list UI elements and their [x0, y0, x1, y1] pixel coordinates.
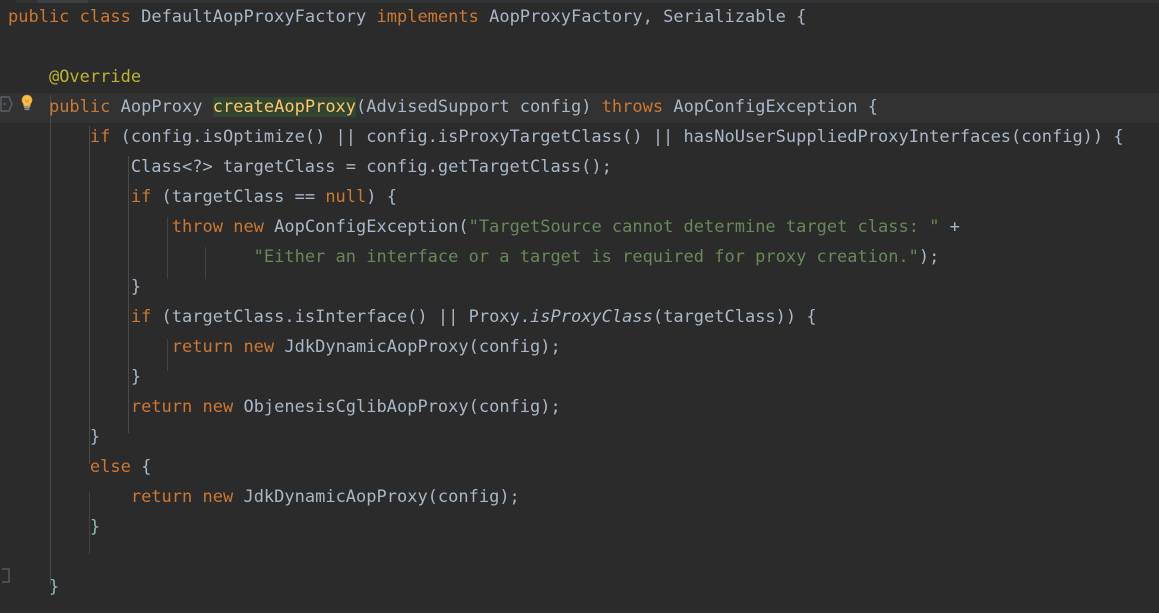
- code-line[interactable]: Class<?> targetClass = config.getTargetC…: [8, 152, 612, 182]
- code-token-plain: );: [918, 247, 940, 267]
- code-token-kw: public: [8, 7, 70, 27]
- code-line[interactable]: public AopProxy createAopProxy(AdvisedSu…: [8, 92, 878, 122]
- code-line[interactable]: "Either an interface or a target is requ…: [8, 242, 940, 272]
- code-token-kw: new: [202, 397, 234, 417]
- code-token-kw: implements: [376, 7, 479, 27]
- code-token-plain: AopProxyFactory, Serializable {: [478, 7, 807, 27]
- code-token-plain: AopConfigException {: [663, 97, 879, 117]
- code-token-kw: null: [325, 187, 367, 207]
- code-token-plain: (targetClass.isInterface() || Proxy.: [151, 307, 531, 327]
- code-token-plain: (AdvisedSupport config): [356, 97, 602, 117]
- code-token-kw: class: [79, 7, 131, 27]
- code-line[interactable]: public class DefaultAopProxyFactory impl…: [8, 2, 806, 32]
- code-token-kw: if: [130, 307, 152, 327]
- code-token-plain: AopConfigException(: [263, 217, 469, 237]
- code-line[interactable]: if (targetClass == null) {: [8, 182, 397, 212]
- code-line[interactable]: }: [8, 422, 100, 452]
- code-token-plain: +: [939, 217, 960, 237]
- code-token-plain: (targetClass)) {: [652, 307, 817, 327]
- code-token-kw: throws: [601, 97, 664, 117]
- code-line[interactable]: }: [8, 362, 141, 392]
- code-token-kw: return: [171, 337, 234, 357]
- code-token-plain: ObjenesisCglibAopProxy(config);: [233, 397, 561, 417]
- code-token-brace-teal: }: [8, 517, 101, 537]
- code-token-kw: new: [202, 487, 234, 507]
- code-token-kw: throw: [171, 217, 223, 237]
- code-token-plain: AopProxy: [110, 97, 213, 117]
- code-line[interactable]: else {: [8, 452, 151, 482]
- code-token-kw: return: [130, 487, 193, 507]
- code-line[interactable]: return new JdkDynamicAopProxy(config);: [8, 482, 520, 512]
- code-token-kw: new: [233, 217, 264, 237]
- code-token-plain: Class<?> targetClass = config.getTargetC…: [8, 157, 612, 177]
- code-token-kw: new: [243, 337, 275, 357]
- code-line[interactable]: }: [8, 272, 141, 302]
- code-token-str: "TargetSource cannot determine target cl…: [468, 217, 940, 237]
- code-token-kw: public: [48, 97, 111, 117]
- code-token-kw: if: [89, 127, 111, 147]
- code-line[interactable]: return new JdkDynamicAopProxy(config);: [8, 332, 561, 362]
- highlighted-method-name: createAopProxy: [212, 97, 357, 117]
- code-token-kw: if: [130, 187, 152, 207]
- code-token-plain: JdkDynamicAopProxy(config);: [233, 487, 520, 507]
- code-token-kw: else: [89, 457, 131, 477]
- code-token-str: "Either an interface or a target is requ…: [253, 247, 919, 267]
- code-token-plain: DefaultAopProxyFactory: [130, 7, 377, 27]
- code-token-plain: }: [8, 427, 101, 447]
- code-line[interactable]: return new ObjenesisCglibAopProxy(config…: [8, 392, 561, 422]
- code-token-plain: {: [130, 457, 152, 477]
- code-token-ann: @Override: [48, 67, 142, 87]
- code-token-stat: isProxyClass: [530, 307, 653, 327]
- code-token-kw: return: [130, 397, 193, 417]
- code-token-brace-teal: }: [8, 577, 60, 597]
- code-line[interactable]: }: [8, 572, 59, 602]
- code-line[interactable]: if (targetClass.isInterface() || Proxy.i…: [8, 302, 817, 332]
- code-line[interactable]: }: [8, 512, 100, 542]
- code-token-plain: }: [8, 277, 142, 297]
- code-token-plain: }: [8, 367, 142, 387]
- code-line[interactable]: throw new AopConfigException("TargetSour…: [8, 212, 960, 242]
- code-editor[interactable]: public class DefaultAopProxyFactory impl…: [0, 0, 1159, 613]
- code-token-plain: ) {: [366, 187, 397, 207]
- code-token-plain: (targetClass ==: [151, 187, 326, 207]
- code-line[interactable]: @Override: [8, 62, 141, 92]
- code-line[interactable]: if (config.isOptimize() || config.isProx…: [8, 122, 1124, 152]
- code-token-plain: JdkDynamicAopProxy(config);: [274, 337, 561, 357]
- code-token-plain: (config.isOptimize() || config.isProxyTa…: [110, 127, 1124, 147]
